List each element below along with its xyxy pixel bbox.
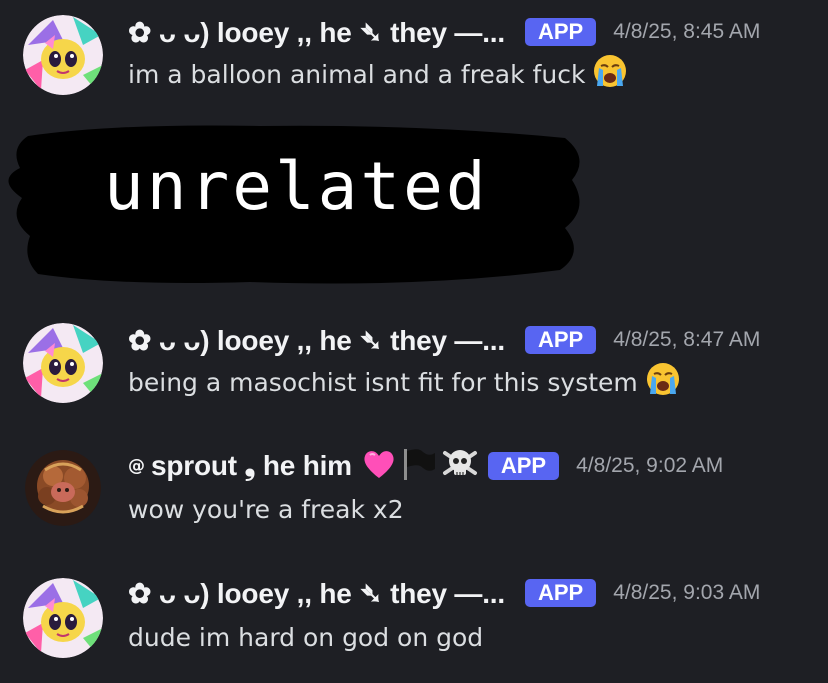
chat-log: ✿ ᴗ ᴗ) looey ,, he ➴ they —... APP 4/8/2… [0,0,828,683]
avatar[interactable] [25,450,101,526]
username[interactable]: sprout ❟ he him [151,450,352,483]
message-text: dude im hard on god on god [128,622,484,652]
at-symbol: @ [128,456,145,476]
app-badge: APP [524,579,597,607]
timestamp[interactable]: 4/8/25, 9:02 AM [576,454,723,478]
app-badge: APP [487,452,560,480]
black-flag-emoji-icon [401,447,437,485]
username[interactable]: ✿ ᴗ ᴗ) looey ,, he ➴ they —... [128,577,505,610]
avatar-sprout-icon [25,450,101,526]
app-badge: APP [524,326,597,354]
message-text: im a balloon animal and a freak fuck [128,59,586,89]
avatar-looey-icon [23,578,103,658]
username[interactable]: ✿ ᴗ ᴗ) looey ,, he ➴ they —... [128,324,505,357]
timestamp[interactable]: 4/8/25, 8:47 AM [613,328,760,352]
username[interactable]: ✿ ᴗ ᴗ) looey ,, he ➴ they —... [128,16,505,49]
loudly-crying-emoji-icon [646,362,680,402]
skull-and-crossbones-emoji-icon [442,447,478,485]
avatar[interactable] [23,578,103,658]
timestamp[interactable]: 4/8/25, 9:03 AM [613,581,760,605]
avatar[interactable] [23,15,103,95]
avatar-looey-icon [23,15,103,95]
message-text: being a masochist isnt fit for this syst… [128,367,638,397]
loudly-crying-emoji-icon [593,54,627,94]
timestamp[interactable]: 4/8/25, 8:45 AM [613,20,760,44]
message-text: wow you're a freak x2 [128,494,404,524]
avatar[interactable] [23,323,103,403]
embedded-image-text: unrelated [104,148,489,225]
avatar-looey-icon [23,323,103,403]
app-badge: APP [524,18,597,46]
pink-heart-emoji-icon [362,448,396,484]
